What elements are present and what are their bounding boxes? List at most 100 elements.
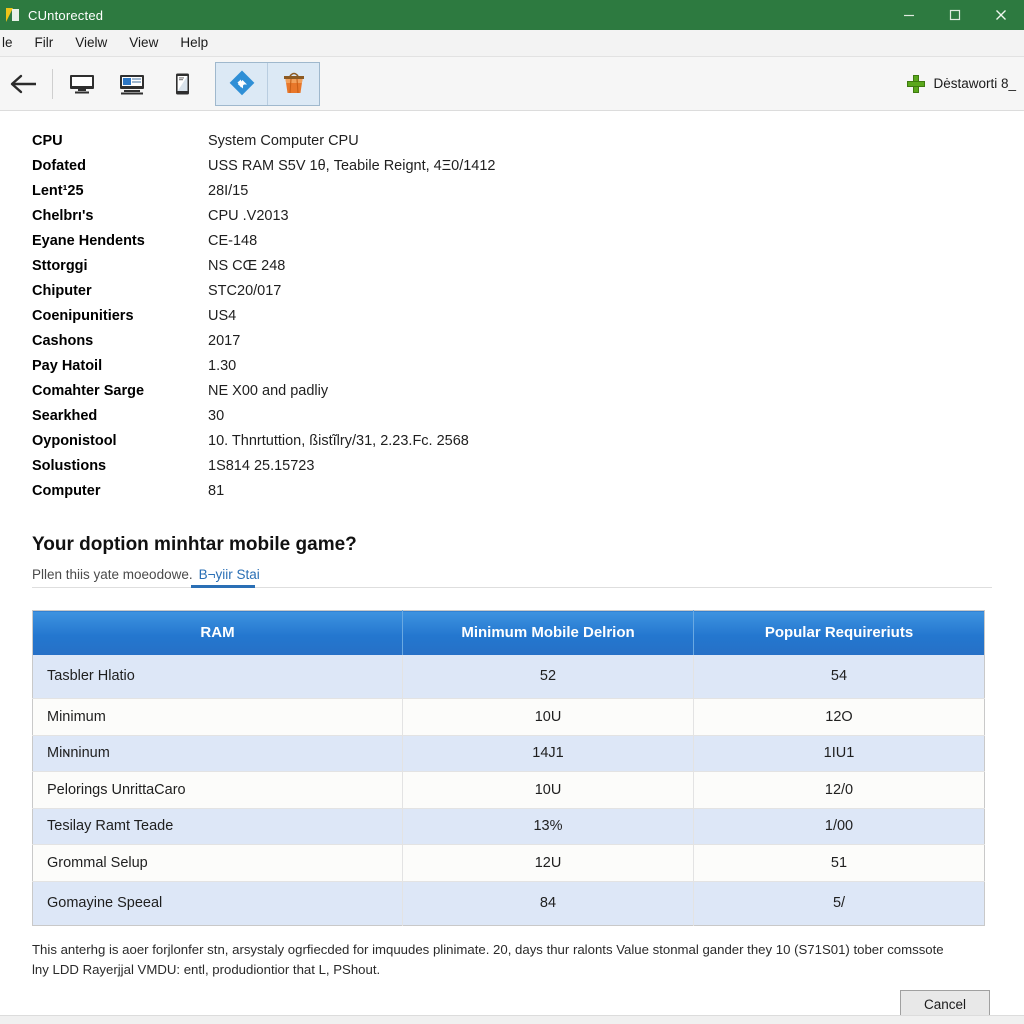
table-row[interactable]: Minimum 10U 12O (32, 698, 985, 735)
spec-value: US4 (208, 308, 237, 324)
cell-minimum: 10U (402, 771, 694, 808)
orange-basket-icon[interactable] (267, 62, 319, 105)
spec-label: Coenipunitiers (32, 308, 134, 324)
cell-name: Pelorings UnrittaCaro (32, 771, 403, 808)
spec-row: Chelbrı's CPU .V2013 (32, 208, 992, 233)
table-header-row: RAM Minimum Mobile Delrion Popular Requi… (32, 610, 985, 655)
table-row[interactable]: Tesilay Ramt Teade 13% 1/00 (32, 807, 985, 845)
menu-item-file2[interactable]: Filr (24, 30, 65, 56)
spec-value: 1.30 (208, 358, 237, 374)
table-row[interactable]: Pelorings UnrittaCaro 10U 12/0 (32, 771, 985, 808)
spec-row: Coenipunitiers US4 (32, 308, 992, 333)
minimize-icon[interactable] (886, 0, 932, 30)
column-header-ram[interactable]: RAM (32, 610, 403, 655)
requirements-table: RAM Minimum Mobile Delrion Popular Requi… (32, 610, 985, 926)
cell-name: Minimum (32, 698, 403, 735)
column-header-minimum[interactable]: Minimum Mobile Delrion (402, 610, 694, 655)
spec-value: STC20/017 (208, 283, 282, 299)
cell-popular: 51 (693, 844, 985, 881)
spec-row: Eyane Hendents CE-148 (32, 233, 992, 258)
footer-note: This anterhg is aoer forјlonfer stn, ars… (32, 941, 944, 977)
cell-name: Tesilay Ramt Teade (32, 807, 403, 845)
toolbar-separator (52, 68, 53, 99)
toolbar: Dėstaworti 8_ (0, 57, 1024, 111)
menu-item-view2[interactable]: View (118, 30, 169, 56)
window-title: CUntorected (28, 7, 104, 23)
active-tab-underline (191, 585, 255, 588)
table-row[interactable]: Gomayine Speeal 84 5/ (32, 880, 985, 925)
window-controls (886, 0, 1024, 30)
close-icon[interactable] (978, 0, 1024, 30)
plus-icon (907, 74, 926, 93)
spec-row: Comahter Sarge NE X00 and padliy (32, 383, 992, 408)
spec-label: Pay Hatoil (32, 358, 103, 374)
spec-row: Searkhed 30 (32, 408, 992, 433)
spec-label: Searkhed (32, 408, 98, 424)
spec-label: Chiputer (32, 283, 92, 299)
desktop-window-icon[interactable] (107, 62, 157, 106)
spec-value: CE-148 (208, 233, 258, 249)
back-arrow-icon[interactable] (0, 62, 48, 106)
table-row[interactable]: Grommal Selup 12U 51 (32, 844, 985, 881)
tablet-icon[interactable] (157, 62, 207, 106)
spec-label: Lent¹25 (32, 183, 84, 199)
column-header-popular[interactable]: Popular Requireriuts (693, 610, 985, 655)
spec-label: Chelbrı's (32, 208, 94, 224)
title-bar: CUntorected (0, 0, 1024, 30)
spec-label: Oyponistool (32, 433, 117, 449)
cell-popular: 1/00 (693, 807, 985, 845)
spec-value: 30 (208, 408, 225, 424)
spec-value: 2017 (208, 333, 241, 349)
monitor-icon[interactable] (57, 62, 107, 106)
cell-minimum: 84 (402, 880, 694, 925)
spec-label: Computer (32, 483, 101, 499)
spec-row: Lent¹25 28I/15 (32, 183, 992, 208)
cell-popular: 1IU1 (693, 734, 985, 772)
spec-row: Pay Hatoil 1.30 (32, 358, 992, 383)
cell-name: Gomayine Speeal (32, 880, 403, 925)
cell-popular: 12/0 (693, 771, 985, 808)
spec-row: Cashons 2017 (32, 333, 992, 358)
spec-value: 81 (208, 483, 225, 499)
spec-value: NE X00 and padliy (208, 383, 329, 399)
maximize-icon[interactable] (932, 0, 978, 30)
cell-minimum: 14J1 (402, 734, 694, 772)
toolbar-right-label: Dėstaworti 8_ (933, 76, 1016, 91)
spec-label: Dofated (32, 158, 86, 174)
cell-minimum: 13% (402, 807, 694, 845)
cell-name: Tasbler Hlatio (32, 654, 403, 699)
cell-minimum: 10U (402, 698, 694, 735)
blue-diamond-icon[interactable] (216, 63, 267, 105)
spec-row: Dofated USS RAM S5V 1θ, Teabile Reignt, … (32, 158, 992, 183)
table-row[interactable]: Miɴninum 14J1 1IU1 (32, 734, 985, 772)
spec-value: NS CŒ 248 (208, 258, 286, 274)
menu-item-file1[interactable]: le (0, 30, 24, 56)
table-row[interactable]: Tasbler Hlatio 52 54 (32, 654, 985, 699)
spec-value: 10. Thnrtuttion, ßistĩlry/31, 2.23.Fc. 2… (208, 433, 469, 449)
page-title: Your doption minhtar mobile game? (32, 534, 357, 555)
cell-popular: 54 (830, 668, 848, 685)
spec-label: Comahter Sarge (32, 383, 145, 399)
spec-row: Sttorggi NS CŒ 248 (32, 258, 992, 283)
spec-row: Computer 81 (32, 483, 992, 508)
spec-list: CPU System Computer CPU Dofated USS RAM … (32, 133, 992, 508)
spec-row: Solustions 1S814 25.15723 (32, 458, 992, 483)
cell-minimum: 12U (402, 844, 694, 881)
subtitle-text: Pllen thiis yate moeodowe. (32, 567, 193, 582)
toolbar-button-group (215, 61, 320, 106)
toolbar-right-action[interactable]: Dėstaworti 8_ (907, 57, 1016, 110)
cell-popular: 12O (693, 698, 985, 735)
spec-value: System Computer CPU (208, 133, 359, 149)
main-content: CPU System Computer CPU Dofated USS RAM … (0, 111, 1024, 1019)
spec-label: Solustions (32, 458, 107, 474)
spec-label: CPU (32, 133, 63, 149)
menu-item-view1[interactable]: Vielw (64, 30, 118, 56)
spec-label: Cashons (32, 333, 94, 349)
cell-name: Miɴninum (32, 734, 403, 772)
spec-row: Chiputer STC20/017 (32, 283, 992, 308)
spec-value: 28I/15 (208, 183, 249, 199)
spec-label: Eyane Hendents (32, 233, 145, 249)
menu-item-help[interactable]: Help (169, 30, 219, 56)
spec-row: Oyponistool 10. Thnrtuttion, ßistĩlry/31… (32, 433, 992, 458)
subtitle-link[interactable]: B¬yiir Stai (199, 567, 260, 582)
